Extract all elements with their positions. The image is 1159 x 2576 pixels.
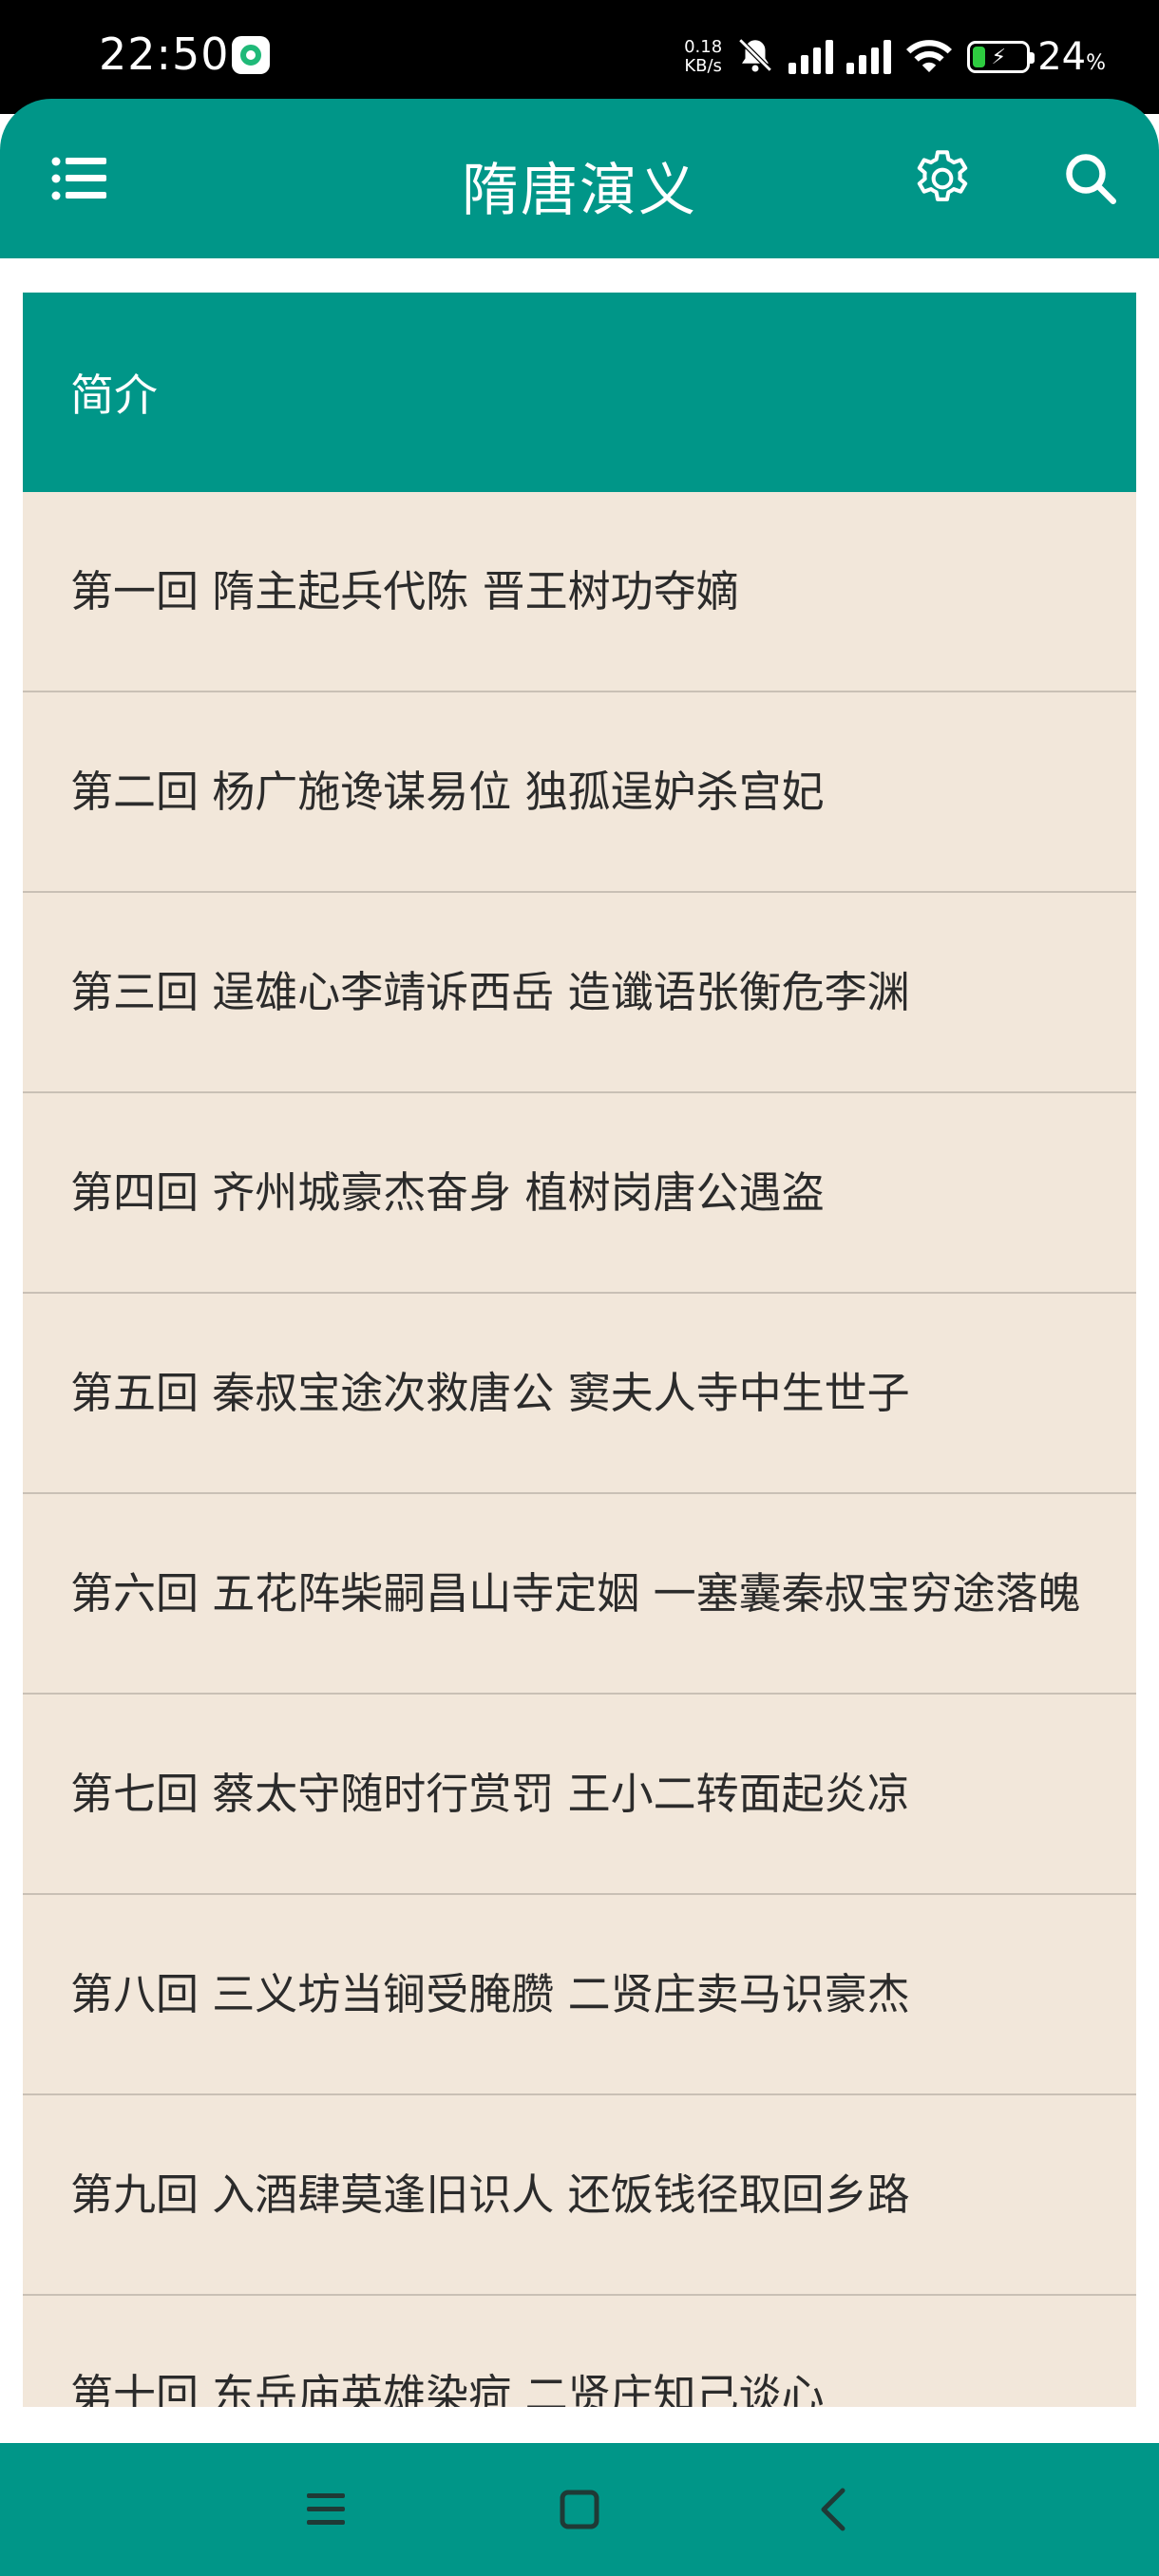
app-notification-icon [232,36,270,74]
chapter-item[interactable]: 第一回 隋主起兵代陈 晋王树功夺嫡 [23,492,1136,692]
settings-button[interactable] [897,133,988,224]
settings-gear-icon [917,150,968,201]
status-indicators: 0.18 KB/s ⚡ 24% [684,30,1106,84]
chapter-item[interactable]: 第四回 齐州城豪杰奋身 植树岗唐公遇盗 [23,1093,1136,1294]
status-bar: 22:50 0.18 KB/s ⚡ 24% [0,0,1159,114]
battery-percent: 24% [1037,35,1106,79]
chapter-item[interactable]: 第七回 蔡太守随时行赏罚 王小二转面起炎凉 [23,1695,1136,1895]
home-button[interactable] [537,2470,622,2549]
cellular-signal-2-icon [846,40,892,74]
back-icon [821,2488,846,2531]
cellular-signal-1-icon [788,40,834,74]
search-button[interactable] [1045,133,1136,224]
battery: ⚡ 24% [967,35,1106,79]
home-icon [560,2490,599,2529]
intro-item[interactable]: 简介 [23,293,1136,492]
chapter-item[interactable]: 第八回 三义坊当锏受腌臜 二贤庄卖马识豪杰 [23,1895,1136,2095]
chapter-list[interactable]: 简介 第一回 隋主起兵代陈 晋王树功夺嫡 第二回 杨广施谗谋易位 独孤逞妒杀宫妃第… [23,293,1136,2407]
app-bar: 隋唐演义 [0,99,1159,258]
chapter-item[interactable]: 第三回 逞雄心李靖诉西岳 造谶语张衡危李渊 [23,893,1136,1093]
charging-bolt-icon: ⚡ [991,45,1006,69]
chapter-item[interactable]: 第六回 五花阵柴嗣昌山寺定姻 一塞囊秦叔宝穷途落魄 [23,1494,1136,1695]
recent-apps-button[interactable] [283,2470,369,2549]
chapter-item[interactable]: 第五回 秦叔宝途次救唐公 窦夫人寺中生世子 [23,1294,1136,1494]
network-speed-value: 0.18 [684,37,723,57]
search-icon [1066,154,1116,204]
back-button[interactable] [790,2470,876,2549]
wifi-icon [904,36,954,78]
network-speed-unit: KB/s [684,56,722,76]
battery-icon: ⚡ [967,41,1036,73]
recent-apps-icon [307,2493,345,2525]
navigation-bar [0,2443,1159,2576]
network-speed: 0.18 KB/s [684,38,722,76]
status-time: 22:50 [99,28,230,80]
chapter-item[interactable]: 第二回 杨广施谗谋易位 独孤逞妒杀宫妃 [23,692,1136,893]
chapter-item[interactable]: 第十回 东岳庙英雄染疴 二贤庄知己谈心 [23,2296,1136,2407]
chapter-item[interactable]: 第九回 入酒肆莫逢旧识人 还饭钱径取回乡路 [23,2095,1136,2296]
mute-bell-icon [735,35,775,79]
